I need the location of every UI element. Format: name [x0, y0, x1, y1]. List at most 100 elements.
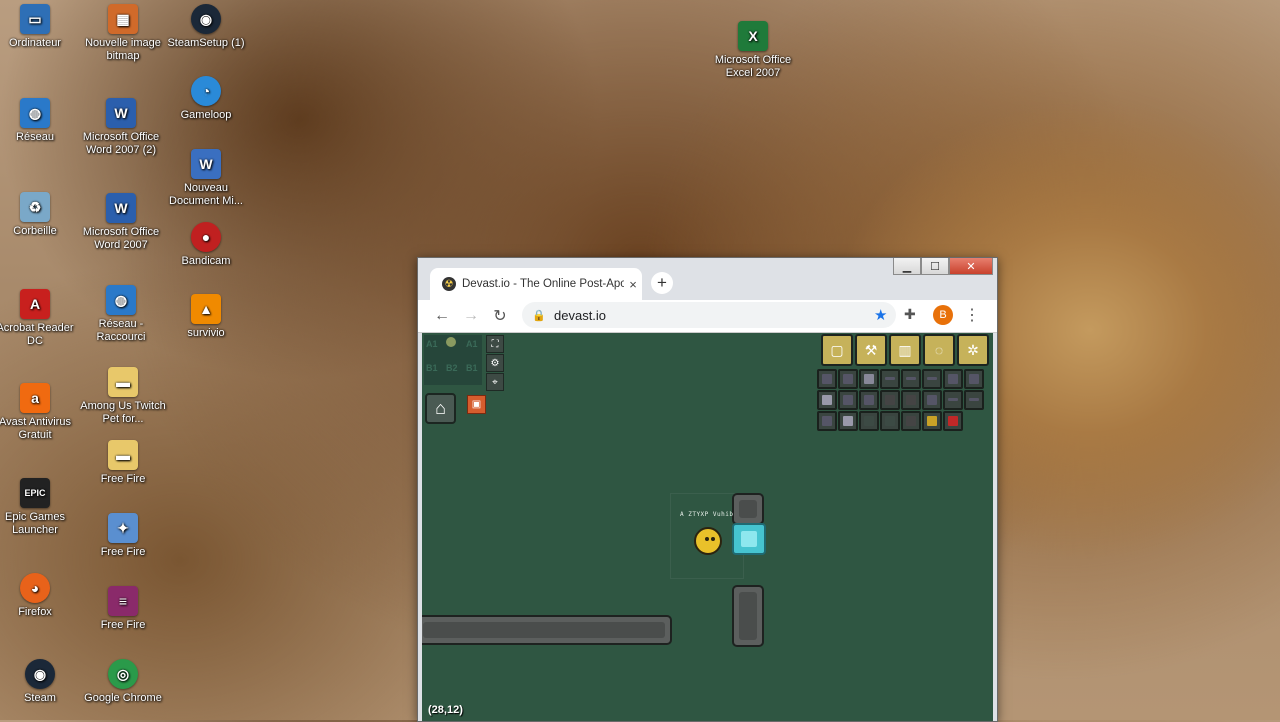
profile-avatar[interactable]: B — [933, 305, 953, 325]
fullscreen-icon[interactable]: ⛶ — [486, 335, 504, 353]
desktop-icon-free-fire[interactable]: ✦ Free Fire — [80, 513, 166, 559]
url-text: devast.io — [554, 307, 607, 323]
settings-gear-icon[interactable]: ⚙ — [486, 354, 504, 372]
radiation-icon: ☢ — [442, 277, 456, 291]
desktop-icon-corbeille[interactable]: ♻ Corbeille — [0, 192, 78, 238]
kebab-menu-icon[interactable]: ⋮ — [964, 305, 980, 325]
shop-button[interactable]: ▣ — [467, 395, 486, 414]
recipe-slot[interactable] — [880, 411, 900, 431]
desktop-icon-word[interactable]: W Microsoft Office Word 2007 — [78, 193, 164, 252]
close-window-button[interactable]: ✕ — [949, 258, 993, 275]
lock-icon: 🔒 — [532, 309, 546, 322]
tab-devast[interactable]: ☢ Devast.io - The Online Post-Apoc × — [430, 268, 642, 300]
minimap[interactable]: A1 A1 B1 B2 B1 — [424, 335, 482, 385]
bookmark-star-icon[interactable]: ★ — [874, 306, 896, 324]
player-character — [694, 527, 722, 555]
acrobat-icon: A — [20, 289, 50, 319]
desktop-icon-steam[interactable]: ◉ Steam — [0, 659, 83, 705]
desktop-icon-survivio[interactable]: ▲ survivio — [163, 294, 249, 340]
stone-wall[interactable] — [732, 493, 764, 525]
desktop-icon-acrobat[interactable]: A Acrobat Reader DC — [0, 289, 78, 348]
recipe-slot[interactable] — [817, 411, 837, 431]
folder-icon: ▬ — [108, 367, 138, 397]
recipe-slot[interactable] — [943, 369, 963, 389]
recipe-slot[interactable] — [838, 369, 858, 389]
minimap-cell: B1 — [426, 363, 438, 373]
recipe-slot[interactable] — [838, 390, 858, 410]
recipe-slot[interactable] — [859, 369, 879, 389]
desktop-icon-excel[interactable]: X Microsoft Office Excel 2007 — [710, 21, 796, 80]
recipe-slot[interactable] — [943, 390, 963, 410]
window-controls: ▁ ☐ ✕ — [893, 258, 993, 275]
craft-slot-tools[interactable]: ⚒ — [855, 334, 887, 366]
word-icon: W — [106, 98, 136, 128]
recipe-slot[interactable] — [922, 411, 942, 431]
recipe-slot[interactable] — [964, 390, 984, 410]
recipe-slot[interactable] — [922, 390, 942, 410]
forward-icon[interactable]: → — [461, 306, 481, 326]
desktop-icon-word2[interactable]: W Microsoft Office Word 2007 (2) — [78, 98, 164, 157]
home-button[interactable]: ⌂ — [425, 393, 456, 424]
recipe-slot[interactable] — [880, 390, 900, 410]
back-icon[interactable]: ← — [432, 306, 452, 326]
minimize-button[interactable]: ▁ — [893, 258, 921, 275]
computer-icon: ▭ — [20, 4, 50, 34]
desktop-icon-firefox[interactable]: ◕ Firefox — [0, 573, 78, 619]
desktop-icon-ordinateur[interactable]: ▭ Ordinateur — [0, 4, 78, 50]
craft-slot-build[interactable]: ▢ — [821, 334, 853, 366]
recipe-slot[interactable] — [859, 411, 879, 431]
recipe-slot[interactable] — [901, 411, 921, 431]
desktop-icon-epic[interactable]: EPIC Epic Games Launcher — [0, 478, 78, 537]
tab-close-button[interactable]: × — [624, 277, 642, 292]
new-tab-button[interactable]: + — [651, 272, 673, 294]
ice-block[interactable] — [732, 523, 766, 555]
gear-icon: ✲ — [967, 341, 979, 358]
craft-slot-door[interactable]: ▥ — [889, 334, 921, 366]
recipe-slot[interactable] — [922, 369, 942, 389]
recipe-slot[interactable] — [838, 411, 858, 431]
craft-slot-food[interactable]: ◌ — [923, 334, 955, 366]
door-icon: ▥ — [898, 341, 912, 358]
desktop-icon-avast[interactable]: a Avast Antivirus Gratuit — [0, 383, 78, 442]
home-icon: ⌂ — [435, 398, 446, 418]
desktop-icon-steamsetup[interactable]: ◉ SteamSetup (1) — [163, 4, 249, 50]
recipe-slot[interactable] — [901, 369, 921, 389]
apple-icon: ◌ — [934, 342, 944, 358]
gameloop-icon: ◔ — [191, 76, 221, 106]
bitmap-icon: ▦ — [108, 4, 138, 34]
folder-icon: ▬ — [108, 440, 138, 470]
extensions-icon[interactable]: ✚ — [904, 306, 916, 323]
maximize-button[interactable]: ☐ — [921, 258, 949, 275]
network-icon: ◍ — [20, 98, 50, 128]
recipe-slot[interactable] — [901, 390, 921, 410]
recipe-slot[interactable] — [859, 390, 879, 410]
recycle-bin-icon: ♻ — [20, 192, 50, 222]
desktop-icon-gameloop[interactable]: ◔ Gameloop — [163, 76, 249, 122]
reload-icon[interactable]: ↻ — [490, 306, 510, 326]
address-bar[interactable]: 🔒 devast.io ★ — [522, 302, 896, 328]
desktop-icon-free-fire-rar[interactable]: ≡ Free Fire — [80, 586, 166, 632]
recipe-slot[interactable] — [817, 390, 837, 410]
recipe-slot[interactable] — [817, 369, 837, 389]
craft-slot-gear[interactable]: ✲ — [957, 334, 989, 366]
desktop-icon-among-us[interactable]: ▬ Among Us Twitch Pet for... — [80, 367, 166, 426]
recipe-slot[interactable] — [964, 369, 984, 389]
player-marker-icon — [446, 337, 456, 347]
stone-wall-long[interactable] — [422, 615, 672, 645]
desktop-icon-reseau[interactable]: ◍ Réseau — [0, 98, 78, 144]
map-pin-icon[interactable]: ⌖ — [486, 373, 504, 391]
desktop-icon-bitmap[interactable]: ▦ Nouvelle image bitmap — [80, 4, 166, 63]
recipe-slot[interactable] — [880, 369, 900, 389]
desktop-icon-nouveau-document[interactable]: W Nouveau Document Mi... — [163, 149, 249, 208]
word-icon: W — [106, 193, 136, 223]
recipe-slot[interactable] — [943, 411, 963, 431]
desktop-icon-bandicam[interactable]: ● Bandicam — [163, 222, 249, 268]
desktop-icon-free-fire-folder[interactable]: ▬ Free Fire — [80, 440, 166, 486]
winrar-icon: ≡ — [108, 586, 138, 616]
game-canvas[interactable]: A1 A1 B1 B2 B1 ⛶ ⚙ ⌖ ⌂ ▣ ▢ ⚒ ▥ ◌ ✲ A ZTY… — [422, 333, 993, 721]
browser-toolbar: ← → ↻ 🔒 devast.io ★ ✚ B ⋮ — [418, 300, 997, 333]
minimap-cell: B1 — [466, 363, 478, 373]
desktop-icon-chrome[interactable]: ◎ Google Chrome — [80, 659, 166, 705]
stone-wall[interactable] — [732, 585, 764, 647]
desktop-icon-reseau-raccourci[interactable]: ◍ Réseau - Raccourci — [78, 285, 164, 344]
